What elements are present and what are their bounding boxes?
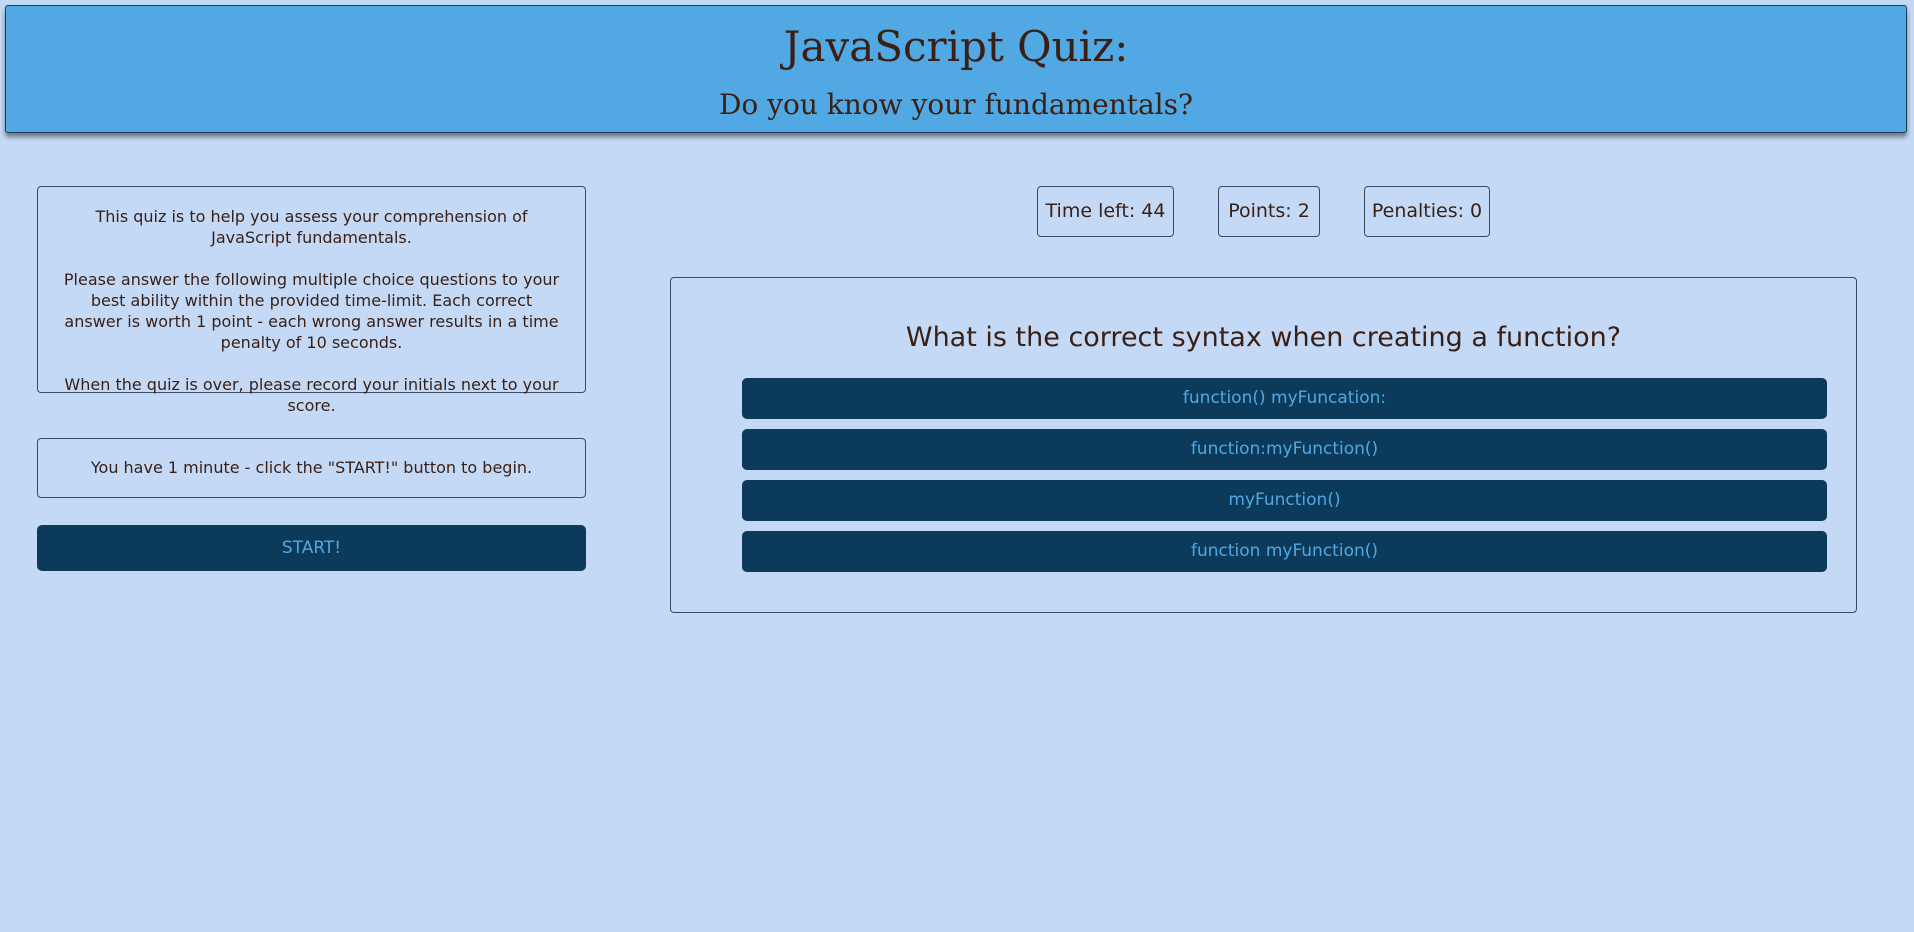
- instructions-paragraph-score: When the quiz is over, please record you…: [64, 375, 559, 415]
- start-button[interactable]: START!: [37, 525, 586, 571]
- time-left-counter: Time left: 44: [1037, 186, 1174, 237]
- answer-button-1[interactable]: function() myFuncation:: [742, 378, 1827, 419]
- instructions-panel: This quiz is to help you assess your com…: [37, 186, 586, 415]
- page-subtitle: Do you know your fundamentals?: [718, 88, 1194, 121]
- question-text: What is the correct syntax when creating…: [905, 322, 1622, 353]
- page-header: JavaScript Quiz: Do you know your fundam…: [5, 5, 1907, 133]
- instructions-paragraph-intro: This quiz is to help you assess your com…: [95, 207, 528, 247]
- answer-button-4[interactable]: function myFunction(): [742, 531, 1827, 572]
- question-panel: What is the correct syntax when creating…: [670, 277, 1857, 613]
- answer-button-2[interactable]: function:myFunction(): [742, 429, 1827, 470]
- instructions-paragraph-rules: Please answer the following multiple cho…: [63, 270, 560, 352]
- start-notice: You have 1 minute - click the "START!" b…: [37, 438, 586, 498]
- page-title: JavaScript Quiz:: [783, 22, 1129, 71]
- points-counter: Points: 2: [1218, 186, 1320, 237]
- penalties-counter: Penalties: 0: [1364, 186, 1490, 237]
- answer-button-3[interactable]: myFunction(): [742, 480, 1827, 521]
